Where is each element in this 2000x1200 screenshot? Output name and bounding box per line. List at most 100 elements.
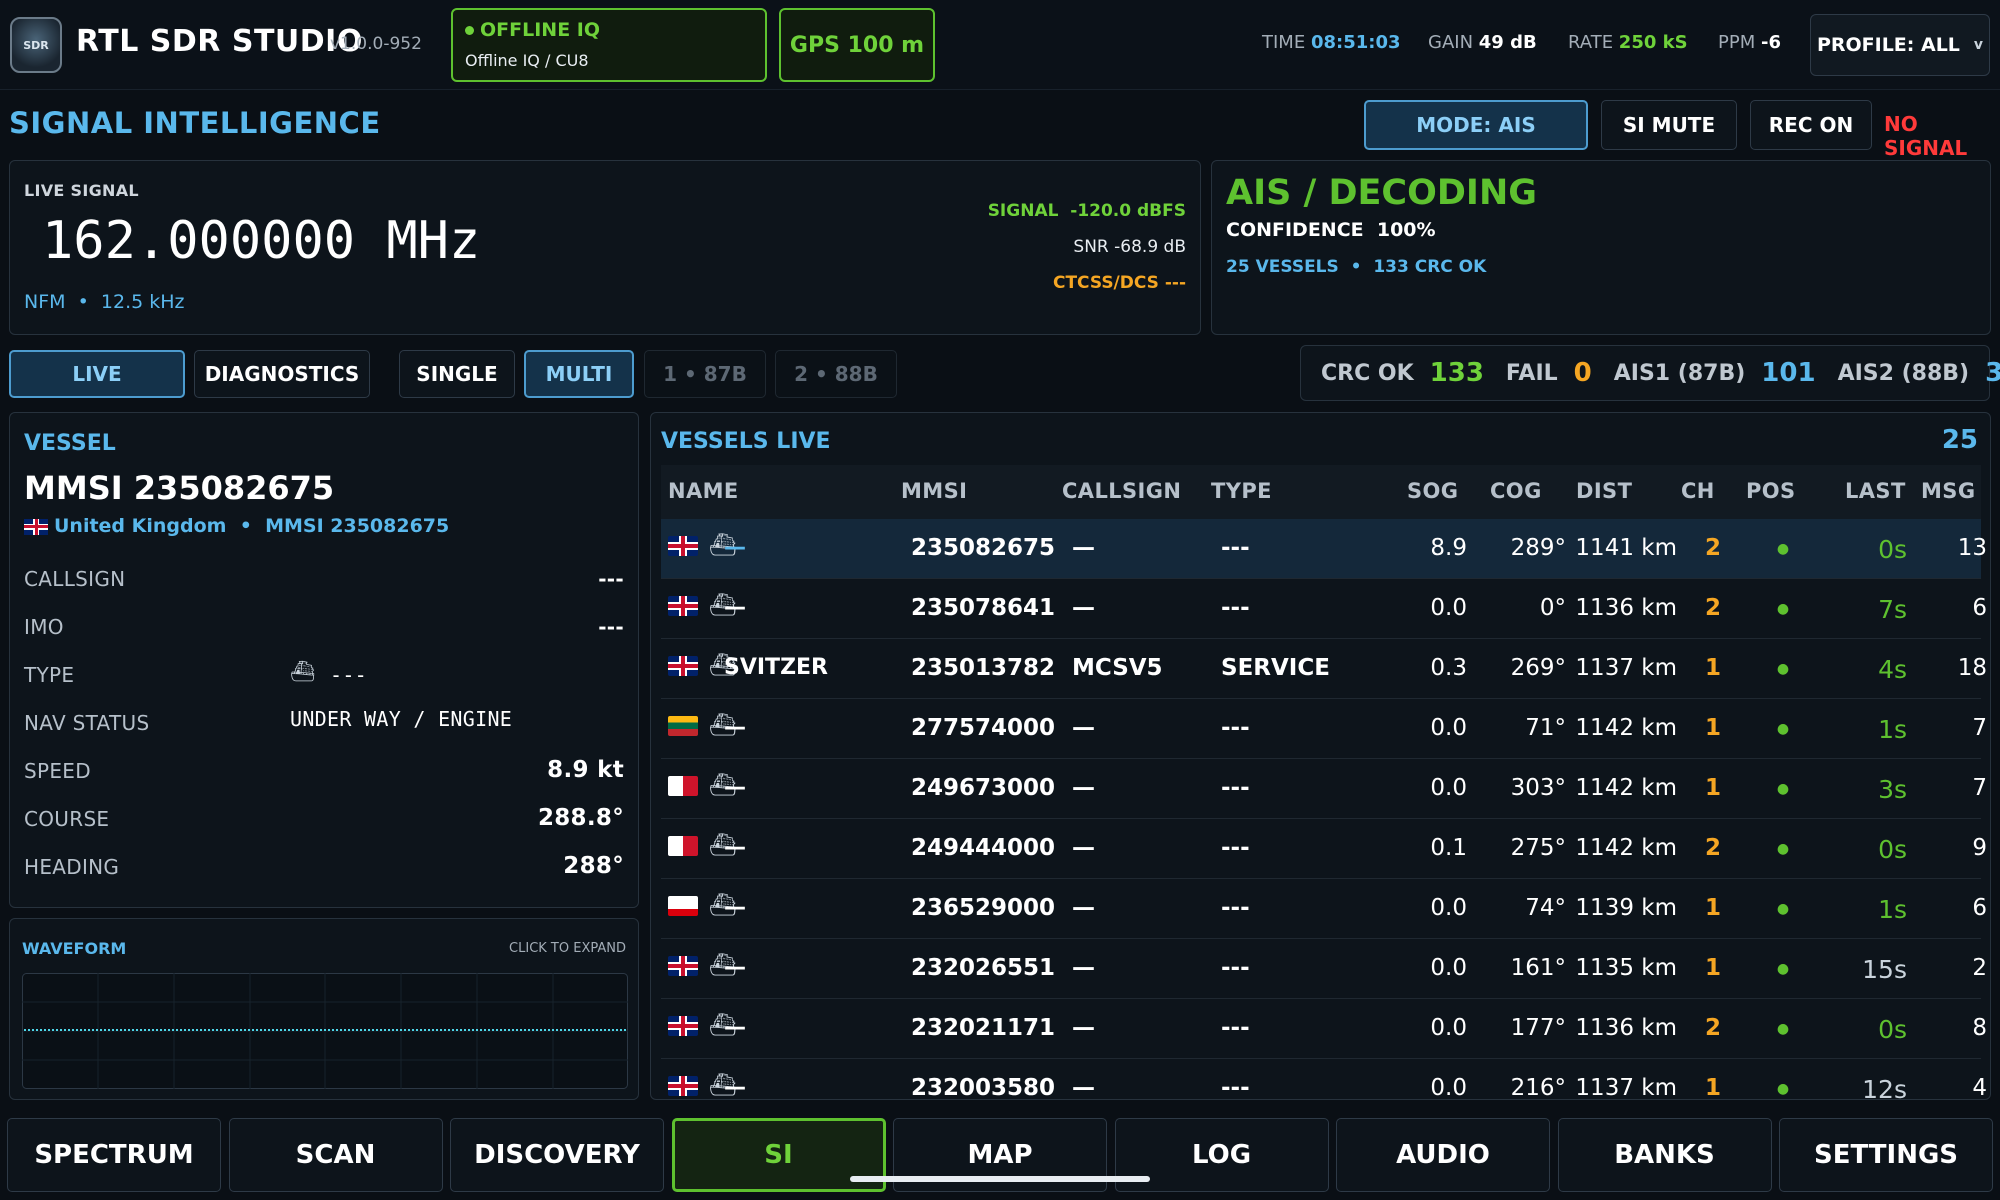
si-mute-button[interactable]: SI MUTE (1601, 100, 1737, 150)
col-pos[interactable]: POS (1746, 479, 1796, 503)
rec-button[interactable]: REC ON (1750, 100, 1872, 150)
flag-icon (668, 656, 698, 676)
col-callsign[interactable]: CALLSIGN (1062, 479, 1181, 503)
col-ch[interactable]: CH (1681, 479, 1715, 503)
col-type[interactable]: TYPE (1211, 479, 1272, 503)
crc-fail-label: FAIL (1505, 360, 1558, 386)
ship-icon: ⛴ (290, 659, 316, 683)
col-sog[interactable]: SOG (1407, 479, 1458, 503)
gain-readout: GAIN 49 dB (1428, 32, 1537, 53)
table-row[interactable]: ⛴ —235078641— --- 0.0 0° 1136 km 2 ● 7s 6 (661, 579, 1987, 639)
col-mmsi[interactable]: MMSI (901, 479, 967, 503)
offline-iq-badge[interactable]: OFFLINE IQ Offline IQ / CU8 (451, 8, 767, 82)
cell-msg: 7 (1972, 775, 1987, 801)
nav-scan[interactable]: SCAN (228, 1118, 443, 1192)
cell-pos: ● (1776, 901, 1790, 917)
cell-type: --- (1221, 895, 1250, 921)
cell-sog: 0.0 (1430, 715, 1467, 741)
home-indicator (850, 1176, 1150, 1182)
waveform-panel[interactable]: WAVEFORM CLICK TO EXPAND (9, 918, 639, 1100)
flag-icon (668, 536, 698, 556)
cell-name: — (724, 1015, 746, 1040)
cell-cog: 275° (1510, 835, 1566, 861)
col-msg[interactable]: MSG (1921, 479, 1975, 503)
cell-sog: 0.0 (1430, 775, 1467, 801)
gps-badge[interactable]: GPS 100 m (779, 8, 935, 82)
channel-1-button[interactable]: 1 • 87B (644, 350, 766, 398)
table-row[interactable]: ⛴ —232026551— --- 0.0 161° 1135 km 1 ● 15s 2 (661, 939, 1987, 999)
cell-last: 7s (1878, 595, 1907, 624)
nav-settings[interactable]: SETTINGS (1779, 1118, 1993, 1192)
flag-icon (668, 716, 698, 736)
vessel-label: VESSEL (24, 431, 116, 456)
table-row[interactable]: ⛴ —232003580— --- 0.0 216° 1137 km 1 ● 12s 4 (661, 1059, 1987, 1100)
single-channel-button[interactable]: SINGLE (399, 350, 515, 398)
col-name[interactable]: NAME (668, 479, 739, 503)
cell-name: — (724, 835, 746, 860)
col-dist[interactable]: DIST (1576, 479, 1632, 503)
cell-msg: 2 (1972, 955, 1987, 981)
table-row[interactable]: ⛴ —232021171— --- 0.0 177° 1136 km 2 ● 0s 8 (661, 999, 1987, 1059)
nav-discovery[interactable]: DISCOVERY (450, 1118, 664, 1192)
cell-dist: 1139 km (1575, 895, 1677, 921)
ppm-readout: PPM -6 (1718, 32, 1781, 53)
modulation-info: NFM • 12.5 kHz (24, 291, 185, 313)
channel-2-button[interactable]: 2 • 88B (775, 350, 897, 398)
time-readout: TIME 08:51:03 (1262, 32, 1401, 53)
cell-last: 0s (1878, 535, 1907, 564)
cell-type: SERVICE (1221, 655, 1330, 681)
table-row[interactable]: ⛴ —236529000— --- 0.0 74° 1139 km 1 ● 1s 6 (661, 879, 1987, 939)
multi-channel-button[interactable]: MULTI (524, 350, 634, 398)
cell-callsign: — (1072, 775, 1095, 801)
cell-sog: 0.0 (1430, 955, 1467, 981)
col-cog[interactable]: COG (1490, 479, 1542, 503)
type-row: TYPE ⛴ --- (24, 659, 624, 687)
ais-decoding-panel: AIS / DECODING CONFIDENCE 100% 25 VESSEL… (1211, 160, 1991, 335)
cell-msg: 4 (1972, 1075, 1987, 1100)
cell-mmsi: 249673000 (911, 775, 1056, 801)
tab-live[interactable]: LIVE (9, 350, 185, 398)
table-row[interactable]: ⛴ —249673000— --- 0.0 303° 1142 km 1 ● 3s 7 (661, 759, 1987, 819)
cell-type: --- (1221, 775, 1250, 801)
cell-callsign: MCSV5 (1072, 655, 1163, 681)
cell-type: --- (1221, 835, 1250, 861)
cell-pos: ● (1776, 841, 1790, 857)
cell-msg: 18 (1957, 655, 1987, 681)
col-last[interactable]: LAST (1845, 479, 1906, 503)
nav-spectrum[interactable]: SPECTRUM (7, 1118, 221, 1192)
cell-ch: 1 (1704, 775, 1721, 801)
cell-name: — (724, 1075, 746, 1100)
table-row[interactable]: ⛴ —249444000— --- 0.1 275° 1142 km 2 ● 0s 9 (661, 819, 1987, 879)
nav-status-key: NAV STATUS (24, 711, 150, 735)
table-row[interactable]: ⛴ —235082675— --- 8.9 289° 1141 km 2 ● 0s 13 (661, 519, 1987, 579)
cell-mmsi: 232021171 (911, 1015, 1056, 1041)
gain-value: 49 dB (1478, 32, 1537, 53)
cell-callsign: — (1072, 1075, 1095, 1100)
cell-dist: 1136 km (1575, 595, 1677, 621)
table-row[interactable]: ⛴ —277574000— --- 0.0 71° 1142 km 1 ● 1s 7 (661, 699, 1987, 759)
profile-dropdown[interactable]: PROFILE: ALL v (1810, 14, 1990, 76)
nav-status-row: NAV STATUS UNDER WAY / ENGINE (24, 707, 624, 735)
cell-cog: 0° (1539, 595, 1566, 621)
status-dot-icon (465, 26, 474, 35)
cell-last: 0s (1878, 1015, 1907, 1044)
nav-audio[interactable]: AUDIO (1336, 1118, 1550, 1192)
offline-title: OFFLINE IQ (480, 19, 601, 41)
crc-ok-label: CRC OK (1321, 360, 1414, 386)
cell-pos: ● (1776, 541, 1790, 557)
cell-last: 1s (1878, 715, 1907, 744)
cell-sog: 0.0 (1430, 1075, 1467, 1100)
table-row[interactable]: ⛴ SVITZER 235013782 MCSV5 SERVICE 0.3 269° 1137… (661, 639, 1987, 699)
cell-mmsi: 277574000 (911, 715, 1056, 741)
cell-sog: 0.0 (1430, 595, 1467, 621)
page-title: SIGNAL INTELLIGENCE (9, 106, 381, 140)
cell-pos: ● (1776, 721, 1790, 737)
vessels-live-count: 25 (1941, 425, 1978, 455)
mode-button[interactable]: MODE: AIS (1364, 100, 1588, 150)
crc-fail-value: 0 (1573, 358, 1592, 388)
tab-diagnostics[interactable]: DIAGNOSTICS (194, 350, 370, 398)
gain-label: GAIN (1428, 32, 1474, 53)
cell-last: 4s (1878, 655, 1907, 684)
nav-banks[interactable]: BANKS (1557, 1118, 1772, 1192)
ctcss-readout: CTCSS/DCS --- (1052, 273, 1186, 293)
